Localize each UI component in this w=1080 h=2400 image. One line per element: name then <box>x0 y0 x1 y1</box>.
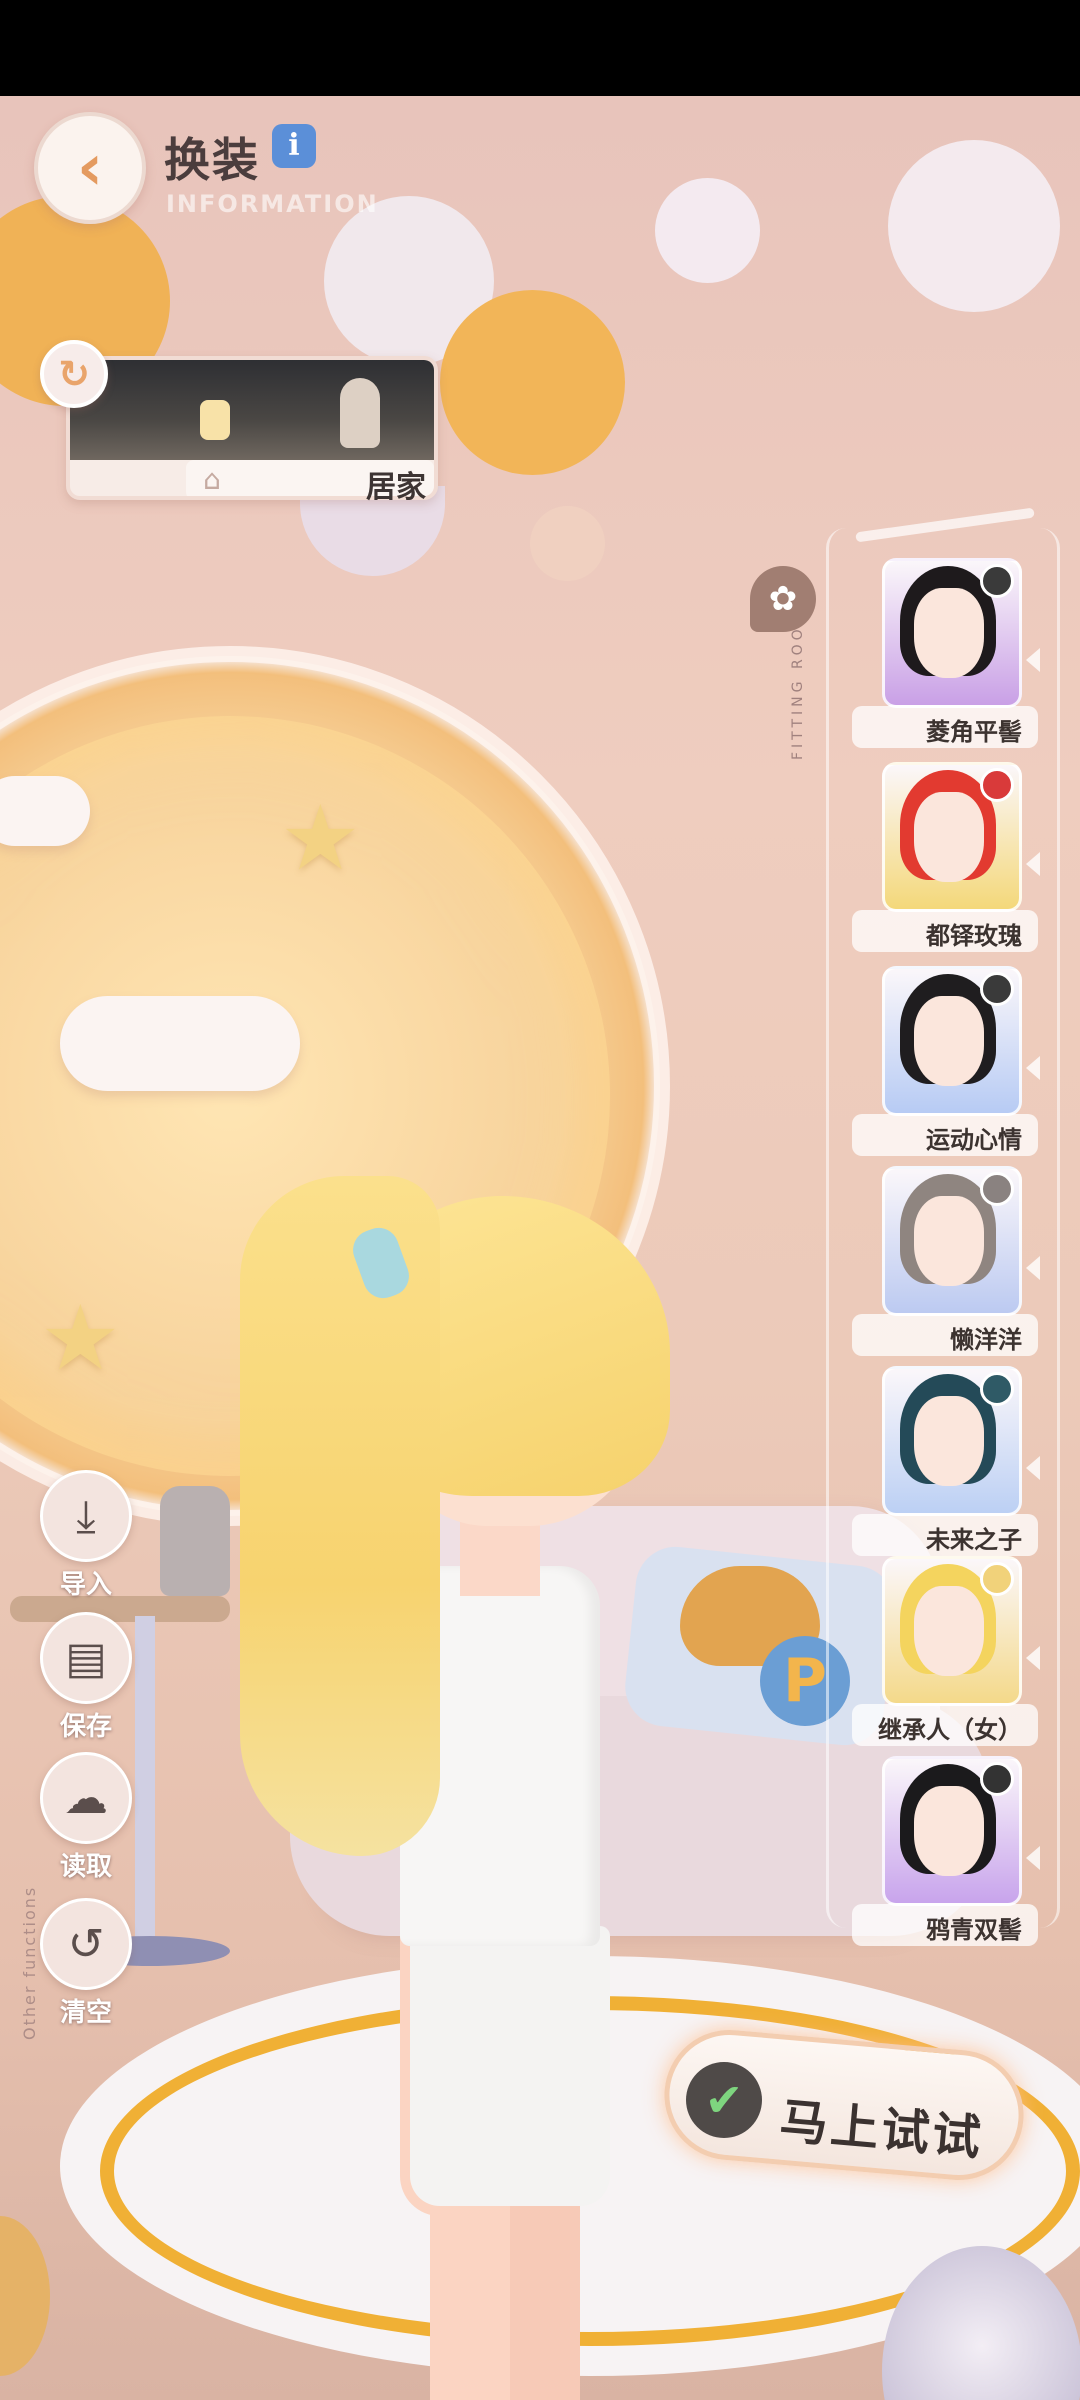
hairstyle-item[interactable]: 鸦青双髻 <box>852 1756 1040 1946</box>
ceiling-orb <box>655 178 760 283</box>
hairstyle-label: 未来之子 <box>926 1526 1022 1554</box>
back-arrow-icon: ‹ <box>76 131 104 205</box>
preview-face <box>914 588 984 678</box>
preview-face <box>914 792 984 882</box>
cloud-decoration <box>0 776 90 846</box>
hairstyle-label: 继承人（女） <box>878 1716 1022 1744</box>
selector-arrow-icon <box>1026 1646 1040 1670</box>
thumbnail-lamp <box>200 400 230 440</box>
scene-label: 居家 <box>366 470 426 505</box>
hairstyle-label: 都铎玫瑰 <box>926 922 1022 950</box>
side-table-leg <box>135 1616 155 1946</box>
load-label: 读取 <box>59 1852 112 1882</box>
hairstyle-label: 运动心情 <box>926 1126 1022 1154</box>
hairstyle-item[interactable]: 菱角平髻 <box>852 558 1040 748</box>
save-button[interactable]: ▤ 保存 <box>34 1612 138 1743</box>
character-ponytail <box>240 1176 440 1856</box>
character-leg <box>430 2176 510 2400</box>
color-swatch[interactable] <box>980 972 1014 1006</box>
hairstyle-item[interactable]: 运动心情 <box>852 966 1040 1156</box>
back-button[interactable]: ‹ <box>34 112 146 224</box>
page-subtitle: INFORMATION <box>166 190 379 218</box>
corner-decoration <box>0 2216 50 2376</box>
info-icon[interactable]: i <box>272 124 316 168</box>
refresh-icon: ↻ <box>58 352 90 396</box>
ceiling-orb <box>440 290 625 475</box>
selector-arrow-icon <box>1026 1846 1040 1870</box>
fitting-room-label: FITTING ROOM <box>790 609 806 760</box>
clear-button[interactable]: ↺ 清空 <box>34 1898 138 2029</box>
load-button[interactable]: ☁ 读取 <box>34 1752 138 1883</box>
hairstyle-label: 鸦青双髻 <box>926 1916 1022 1944</box>
check-icon: ✔ <box>686 2062 762 2138</box>
color-swatch[interactable] <box>980 1562 1014 1596</box>
selector-arrow-icon <box>1026 852 1040 876</box>
selector-arrow-icon <box>1026 1056 1040 1080</box>
cloud-decoration <box>60 996 300 1091</box>
thumbnail-vase <box>340 378 380 448</box>
hairstyle-item[interactable]: 都铎玫瑰 <box>852 762 1040 952</box>
preview-face <box>914 1586 984 1676</box>
color-swatch[interactable] <box>980 1172 1014 1206</box>
character-shorts <box>410 1926 610 2206</box>
scene-thumbnail <box>70 360 434 460</box>
selector-arrow-icon <box>1026 648 1040 672</box>
color-swatch[interactable] <box>980 1372 1014 1406</box>
page-title: 换装 <box>164 133 260 187</box>
selector-arrow-icon <box>1026 1256 1040 1280</box>
clear-label: 清空 <box>59 1998 112 2028</box>
import-label: 导入 <box>59 1570 112 1600</box>
star-decoration: ★ <box>40 1286 121 1391</box>
other-functions-label: Other functions <box>20 1885 39 2040</box>
hairstyle-item[interactable]: 未来之子 <box>852 1366 1040 1556</box>
import-button[interactable]: ⤓ 导入 <box>34 1470 138 1601</box>
ceiling-orb <box>530 506 605 581</box>
hairstyle-label: 菱角平髻 <box>926 718 1022 746</box>
load-icon: ☁ <box>40 1752 132 1844</box>
avatar-character[interactable] <box>210 1176 670 2400</box>
hairstyle-item[interactable]: 懒洋洋 <box>852 1166 1040 1356</box>
flower-icon[interactable]: ✿ <box>750 566 816 632</box>
save-icon: ▤ <box>40 1612 132 1704</box>
clear-icon: ↺ <box>40 1898 132 1990</box>
refresh-scene-button[interactable]: ↻ <box>40 340 108 408</box>
home-icon: ⌂ <box>203 463 221 496</box>
import-icon: ⤓ <box>40 1470 132 1562</box>
color-swatch[interactable] <box>980 564 1014 598</box>
status-bar <box>0 0 1080 96</box>
color-swatch[interactable] <box>980 1762 1014 1796</box>
hairstyle-label: 懒洋洋 <box>950 1326 1022 1354</box>
color-swatch[interactable] <box>980 768 1014 802</box>
hairstyle-item[interactable]: 继承人（女） <box>852 1556 1040 1746</box>
ceiling-orb <box>888 140 1060 312</box>
save-label: 保存 <box>59 1712 112 1742</box>
preview-face <box>914 1196 984 1286</box>
selector-arrow-icon <box>1026 1456 1040 1480</box>
preview-face <box>914 1786 984 1876</box>
character-leg <box>510 2176 580 2400</box>
preview-face <box>914 1396 984 1486</box>
preview-face <box>914 996 984 1086</box>
star-decoration: ★ <box>280 786 361 891</box>
